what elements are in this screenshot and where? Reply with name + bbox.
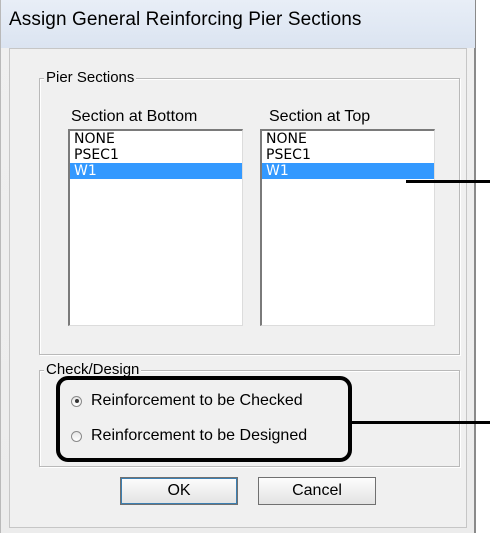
window-title: Assign General Reinforcing Pier Sections xyxy=(9,9,362,30)
section-at-bottom-label: Section at Bottom xyxy=(71,108,198,125)
section-at-bottom-list[interactable]: NONE PSEC1 W1 xyxy=(68,129,243,326)
radio-reinforcement-designed[interactable]: Reinforcement to be Designed xyxy=(71,425,307,447)
radio-checked-icon[interactable] xyxy=(71,395,82,407)
list-item[interactable]: PSEC1 xyxy=(70,147,242,163)
radio-designed-label: Reinforcement to be Designed xyxy=(91,427,308,444)
annotation-pointer-line-bottom xyxy=(350,421,490,424)
radio-unchecked-icon[interactable] xyxy=(71,430,82,442)
list-item-selected[interactable]: W1 xyxy=(70,163,242,179)
list-item[interactable]: NONE xyxy=(262,131,434,147)
cancel-button[interactable]: Cancel xyxy=(258,477,376,505)
radio-checked-label: Reinforcement to be Checked xyxy=(91,392,303,409)
list-item[interactable]: NONE xyxy=(70,131,242,147)
section-at-top-label: Section at Top xyxy=(269,108,371,125)
annotation-pointer-line-top xyxy=(406,180,490,183)
radio-reinforcement-checked[interactable]: Reinforcement to be Checked xyxy=(71,390,303,412)
check-design-group: Check/Design xyxy=(39,361,460,467)
pier-sections-legend: Pier Sections xyxy=(44,69,137,86)
ok-button[interactable]: OK xyxy=(120,477,238,505)
list-item[interactable]: PSEC1 xyxy=(262,147,434,163)
section-at-top-list[interactable]: NONE PSEC1 W1 xyxy=(260,129,435,326)
list-item-selected[interactable]: W1 xyxy=(262,163,434,179)
check-design-legend: Check/Design xyxy=(44,361,142,378)
assign-pier-sections-dialog: Assign General Reinforcing Pier Sections… xyxy=(0,0,476,533)
title-bar[interactable]: Assign General Reinforcing Pier Sections xyxy=(1,0,475,48)
